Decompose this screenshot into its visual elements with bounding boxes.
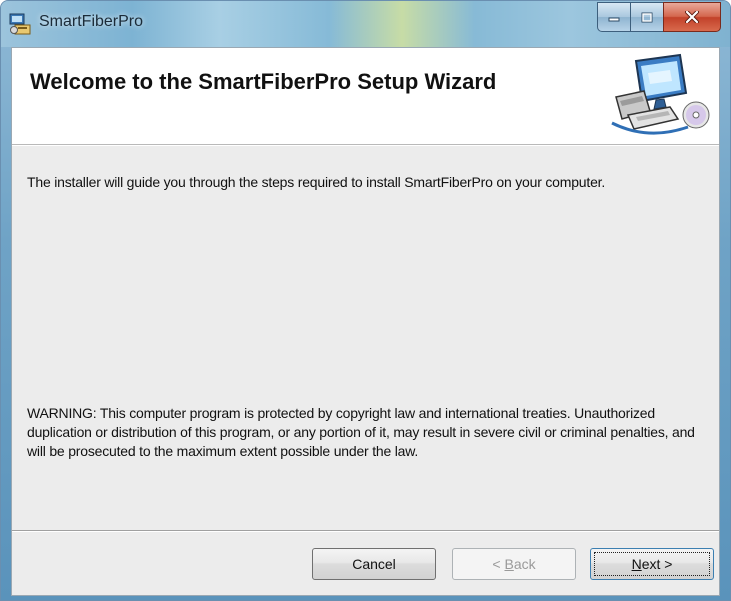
footer-divider — [12, 530, 719, 532]
close-icon — [685, 11, 699, 23]
cancel-button[interactable]: Cancel — [312, 548, 436, 580]
wizard-client-area: Welcome to the SmartFiberPro Setup Wizar… — [11, 47, 720, 596]
close-button[interactable] — [663, 2, 721, 32]
installer-app-icon — [9, 13, 31, 35]
computer-setup-icon — [611, 53, 710, 135]
copyright-warning: WARNING: This computer program is protec… — [27, 405, 695, 459]
caption-buttons — [597, 2, 721, 32]
back-label-accel: B — [504, 556, 514, 572]
maximize-button[interactable] — [630, 2, 663, 32]
cancel-label: Cancel — [352, 556, 396, 572]
minimize-icon — [608, 17, 620, 22]
installer-window: SmartFiberPro Welcome to the SmartFiberP… — [0, 0, 731, 601]
wizard-banner: Welcome to the SmartFiberPro Setup Wizar… — [12, 48, 719, 145]
banner-title: Welcome to the SmartFiberPro Setup Wizar… — [30, 69, 497, 94]
maximize-icon — [641, 12, 653, 22]
focus-rectangle — [594, 552, 710, 576]
intro-text: The installer will guide you through the… — [27, 174, 606, 190]
minimize-button[interactable] — [597, 2, 630, 32]
title-bar[interactable]: SmartFiberPro — [1, 1, 730, 47]
back-button[interactable]: < Back — [452, 548, 576, 580]
banner-divider — [12, 145, 719, 146]
back-label-rest: ack — [513, 556, 536, 572]
back-label-prefix: < — [492, 556, 505, 572]
next-button[interactable]: Next > — [590, 548, 714, 580]
window-title: SmartFiberPro — [39, 13, 144, 30]
